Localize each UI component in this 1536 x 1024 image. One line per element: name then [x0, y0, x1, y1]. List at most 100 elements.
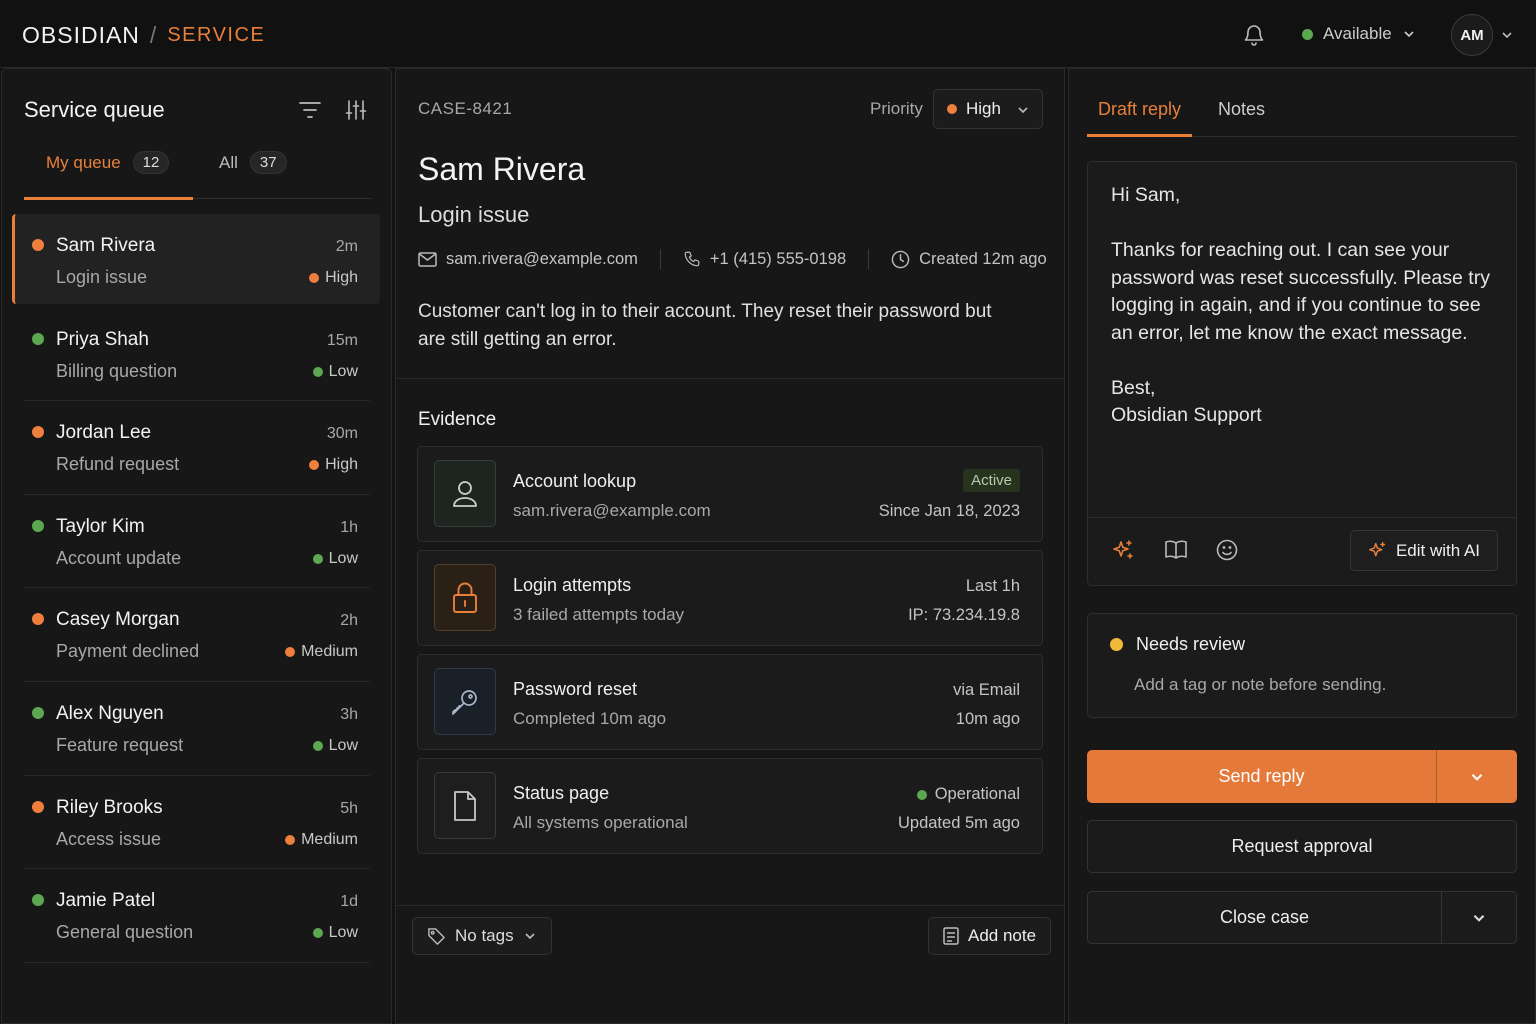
customer-name: Priya Shah [56, 328, 149, 350]
ticket-subject: Feature request [56, 734, 184, 755]
account-chevron-down-icon[interactable] [1500, 28, 1514, 42]
ticket-subject: Access issue [56, 828, 162, 849]
customer-phone[interactable]: +1 (415) 555-0198 [683, 250, 846, 269]
mail-icon [418, 251, 437, 267]
tags-dropdown[interactable]: No tags [412, 917, 552, 955]
tab-label: My queue [46, 153, 121, 172]
ticket-age: 15m [326, 331, 358, 349]
priority-dot [312, 553, 323, 564]
queue-item[interactable]: Casey Morgan Payment declined 2h Medium [12, 588, 380, 682]
customer-name: Jamie Patel [56, 890, 156, 912]
ticket-subject: Refund request [56, 454, 180, 475]
evidence-login-attempts[interactable]: Login attempts 3 failed attempts today L… [417, 550, 1043, 646]
tab-draft-reply[interactable]: Draft reply [1086, 99, 1193, 137]
status-dot [32, 332, 44, 345]
evidence-subtitle: Completed 10m ago [513, 709, 667, 728]
priority-text: Low [328, 362, 358, 380]
case-description: Customer can't log in to their account. … [418, 301, 992, 350]
active-badge: Active [963, 469, 1020, 492]
close-case-button[interactable]: Close case [1088, 892, 1442, 943]
queue-item[interactable]: Riley Brooks Access issue 5h Medium [12, 776, 380, 870]
priority-text: High [325, 456, 358, 474]
sliders-icon[interactable] [345, 99, 367, 121]
queue-item[interactable]: Sam Rivera Login issue 2m High [12, 214, 380, 304]
ai-sparkle-icon [1368, 541, 1386, 557]
priority-dot [285, 834, 296, 845]
evidence-detail: 10m ago [955, 710, 1020, 728]
brand-name: OBSIDIAN [22, 22, 140, 48]
queue-panel: Service queue My queue 12 All 37 Sam Riv… [1, 68, 392, 1024]
ticket-age: 1d [340, 893, 358, 911]
divider [1088, 517, 1516, 518]
edit-with-ai-button[interactable]: Edit with AI [1350, 530, 1498, 571]
reply-panel: Draft reply Notes Hi Sam, Thanks for rea… [1068, 68, 1536, 1024]
ticket-age: 2m [335, 238, 358, 255]
edit-ai-label: Edit with AI [1395, 540, 1481, 560]
priority-dot [947, 104, 957, 114]
email-text: sam.rivera@example.com [446, 249, 638, 268]
divider [396, 905, 1064, 906]
book-icon[interactable] [1164, 539, 1188, 561]
ticket-subject: General question [56, 922, 194, 943]
send-options-chevron-down-icon[interactable] [1437, 750, 1517, 803]
status-dot [32, 239, 44, 251]
queue-tabs: My queue 12 All 37 [23, 151, 372, 200]
queue-item[interactable]: Jordan Lee Refund request 30m High [12, 401, 380, 495]
priority-badge: High [309, 269, 358, 287]
created-time: Created 12m ago [891, 250, 1047, 269]
queue-item[interactable]: Alex Nguyen Feature request 3h Low [12, 682, 380, 776]
add-note-button[interactable]: Add note [928, 917, 1052, 955]
tab-label: All [219, 153, 238, 172]
customer-email[interactable]: sam.rivera@example.com [418, 250, 638, 269]
queue-item[interactable]: Taylor Kim Account update 1h Low [12, 495, 380, 589]
priority-badge: Low [312, 924, 358, 942]
draft-editor[interactable]: Hi Sam, Thanks for reaching out. I can s… [1087, 161, 1517, 586]
divider [396, 378, 1064, 379]
close-options-chevron-down-icon[interactable] [1442, 892, 1516, 943]
add-note-label: Add note [968, 926, 1037, 945]
meta-divider [868, 249, 870, 269]
case-meta: sam.rivera@example.com +1 (415) 555-0198… [418, 249, 1047, 269]
evidence-status: via Email [953, 681, 1020, 699]
priority-text: Low [328, 736, 358, 754]
evidence-subtitle: All systems operational [513, 813, 688, 832]
evidence-status-page[interactable]: Status page All systems operational Oper… [417, 758, 1043, 854]
send-reply-button[interactable]: Send reply [1087, 750, 1437, 803]
tab-notes[interactable]: Notes [1218, 99, 1265, 120]
ticket-subject: Account update [56, 547, 182, 568]
evidence-title: Evidence [418, 409, 497, 430]
priority-label: Priority [870, 99, 923, 118]
document-icon [434, 772, 496, 839]
queue-item[interactable]: Priya Shah Billing question 15m Low [12, 308, 380, 402]
draft-text[interactable]: Hi Sam, Thanks for reaching out. I can s… [1111, 182, 1491, 430]
user-avatar[interactable]: AM [1451, 14, 1493, 56]
tab-all[interactable]: All 37 [219, 151, 287, 199]
notifications-bell-icon[interactable] [1242, 23, 1266, 47]
ai-sparkle-icon[interactable] [1112, 539, 1134, 561]
reply-tabs: Draft reply Notes [1086, 89, 1517, 137]
operational-dot [916, 789, 927, 800]
evidence-password-reset[interactable]: Password reset Completed 10m ago via Ema… [417, 654, 1043, 750]
warning-dot [1110, 638, 1123, 651]
case-subject: Login issue [418, 202, 530, 227]
priority-text: Low [328, 549, 358, 567]
request-approval-button[interactable]: Request approval [1087, 820, 1517, 873]
priority-badge: Medium [285, 643, 358, 661]
status-dot [32, 800, 44, 813]
evidence-account-lookup[interactable]: Account lookup sam.rivera@example.com Ac… [417, 446, 1043, 542]
queue-title: Service queue [24, 97, 165, 122]
evidence-title: Login attempts [513, 575, 632, 595]
priority-text: High [325, 269, 358, 286]
queue-item[interactable]: Jamie Patel General question 1d Low [12, 869, 380, 963]
chevron-down-icon [1404, 31, 1414, 38]
availability-dropdown[interactable]: Available [1302, 24, 1416, 44]
emoji-icon[interactable] [1216, 539, 1238, 561]
customer-name: Sam Rivera [56, 235, 156, 256]
customer-name: Riley Brooks [56, 796, 163, 818]
priority-badge: High [309, 456, 358, 474]
priority-dot [312, 740, 323, 751]
filter-icon[interactable] [298, 100, 322, 120]
priority-select[interactable]: High [933, 89, 1043, 129]
evidence-list: Account lookup sam.rivera@example.com Ac… [417, 446, 1043, 862]
tab-my-queue[interactable]: My queue 12 [23, 151, 194, 200]
